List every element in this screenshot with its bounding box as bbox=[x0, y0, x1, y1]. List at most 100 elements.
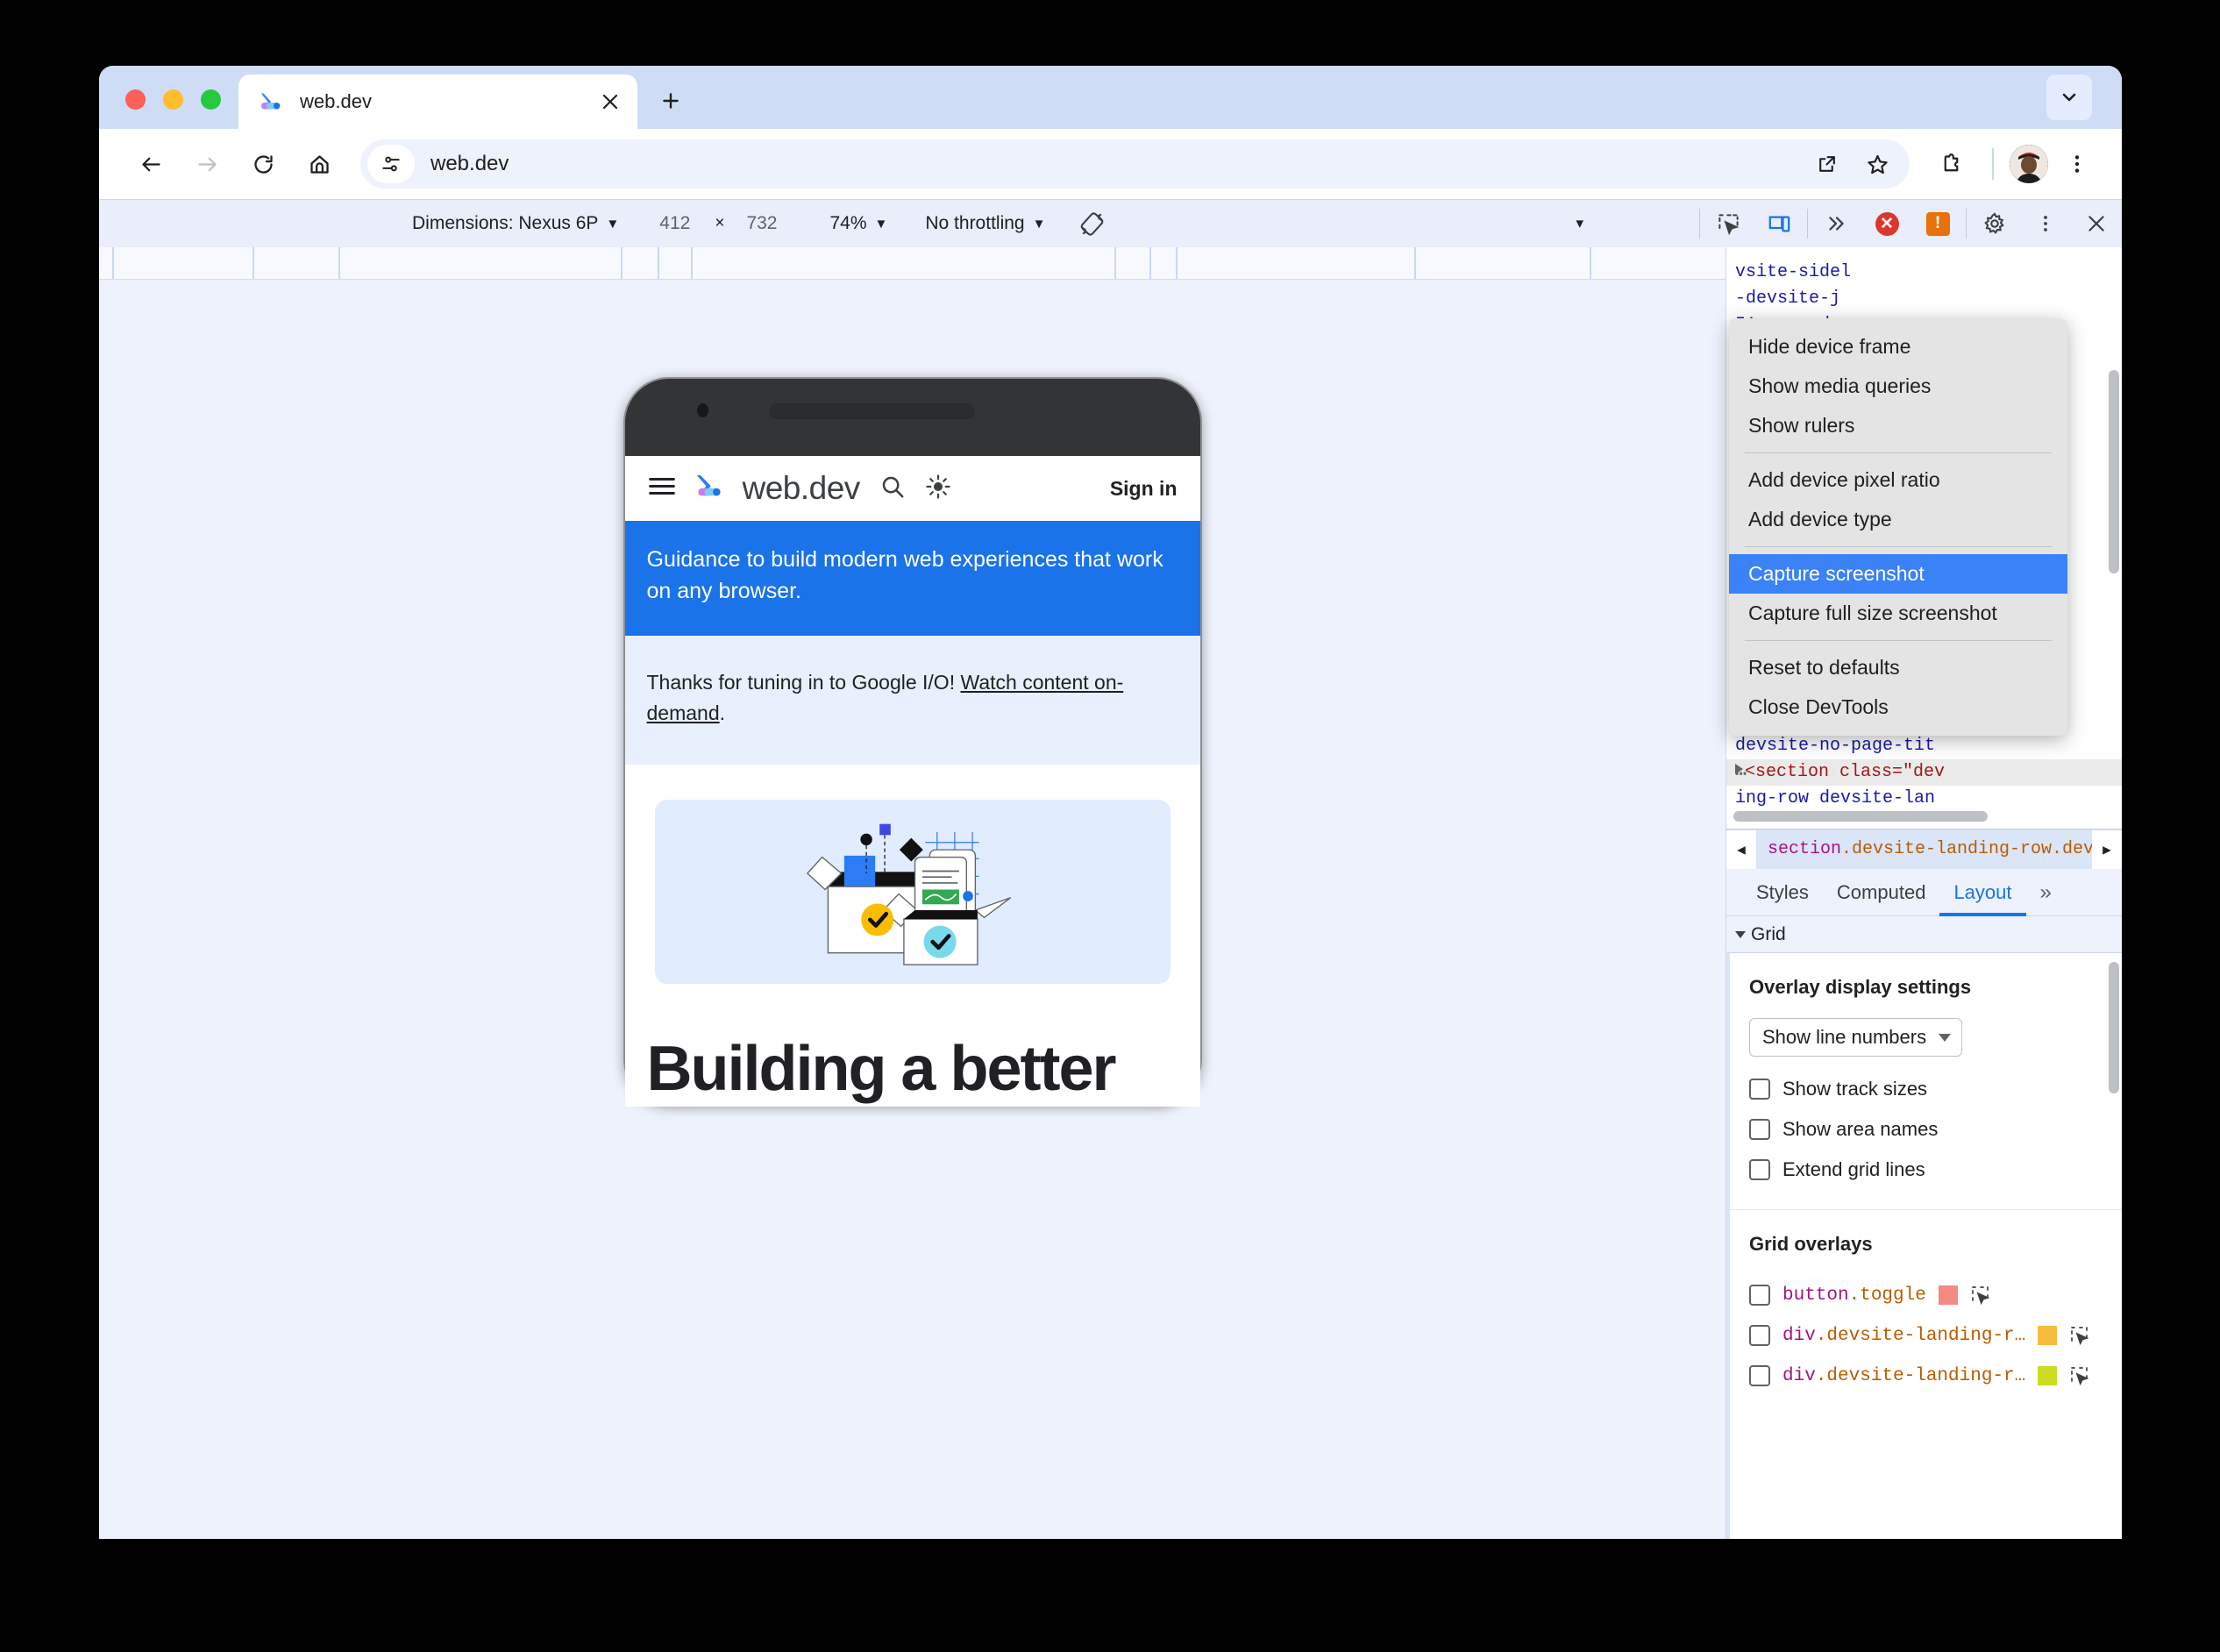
close-window-button[interactable] bbox=[125, 89, 146, 110]
browser-tab[interactable]: web.dev bbox=[238, 75, 637, 129]
inspect-element-icon[interactable] bbox=[1703, 200, 1754, 248]
new-tab-button[interactable] bbox=[650, 80, 692, 122]
menu-item-hide-device-frame[interactable]: Hide device frame bbox=[1729, 327, 2067, 367]
forward-button[interactable] bbox=[181, 139, 232, 189]
toolbar-right bbox=[1925, 139, 2103, 189]
more-tabs-icon[interactable]: » bbox=[2026, 880, 2066, 905]
device-toolbar-context-menu: Hide device frame Show media queries Sho… bbox=[1729, 318, 2067, 736]
tab-computed[interactable]: Computed bbox=[1823, 869, 1940, 916]
menu-item-capture-full-size-screenshot[interactable]: Capture full size screenshot bbox=[1729, 594, 2067, 633]
site-settings-icon[interactable] bbox=[367, 145, 415, 183]
menu-item-show-rulers[interactable]: Show rulers bbox=[1729, 406, 2067, 445]
home-button[interactable] bbox=[294, 139, 345, 189]
overlay-color-swatch[interactable] bbox=[1938, 1285, 1958, 1305]
avatar[interactable] bbox=[2010, 145, 2048, 183]
checkbox-icon[interactable] bbox=[1749, 1119, 1770, 1140]
tab-search-button[interactable] bbox=[2046, 75, 2092, 120]
puzzle-icon[interactable] bbox=[1925, 139, 1976, 189]
menu-item-close-devtools[interactable]: Close DevTools bbox=[1729, 687, 2067, 727]
rotate-icon[interactable] bbox=[1078, 210, 1106, 238]
search-icon[interactable] bbox=[879, 474, 906, 504]
tab-layout[interactable]: Layout bbox=[1939, 869, 2025, 916]
devtools-menu-icon[interactable] bbox=[2020, 200, 2071, 248]
checkbox-show-track-sizes[interactable]: Show track sizes bbox=[1749, 1069, 2122, 1109]
overlay-class: .devsite-landing-r… bbox=[1815, 1325, 2026, 1346]
layout-vertical-scrollbar[interactable] bbox=[2109, 962, 2119, 1093]
viewport-height-input[interactable]: 732 bbox=[746, 213, 777, 234]
checkbox-show-area-names[interactable]: Show area names bbox=[1749, 1109, 2122, 1150]
line-numbers-select-value: Show line numbers bbox=[1762, 1026, 1927, 1048]
media-query-ruler[interactable] bbox=[99, 247, 1725, 280]
star-icon[interactable] bbox=[1852, 139, 1903, 189]
device-toggle-icon[interactable] bbox=[1754, 200, 1804, 248]
line-numbers-select[interactable]: Show line numbers bbox=[1749, 1018, 1963, 1057]
tab-styles[interactable]: Styles bbox=[1742, 869, 1823, 916]
close-devtools-icon[interactable] bbox=[2071, 200, 2122, 248]
hamburger-icon[interactable] bbox=[648, 474, 676, 502]
minimize-window-button[interactable] bbox=[163, 89, 183, 110]
error-count-badge[interactable]: ✕ bbox=[1861, 200, 1912, 248]
select-element-icon[interactable] bbox=[2069, 1365, 2090, 1386]
checkbox-icon[interactable] bbox=[1749, 1079, 1770, 1100]
overlay-tag: button bbox=[1782, 1285, 1849, 1306]
grid-overlay-item[interactable]: div.devsite-landing-r… bbox=[1749, 1315, 2122, 1356]
maximize-window-button[interactable] bbox=[201, 89, 221, 110]
grid-section-header[interactable]: Grid bbox=[1726, 916, 2122, 953]
overlay-color-swatch[interactable] bbox=[2038, 1326, 2058, 1345]
breadcrumb-scroll-left-icon[interactable]: ◀ bbox=[1726, 830, 1756, 869]
gear-icon[interactable] bbox=[1969, 200, 2020, 248]
times-symbol: × bbox=[715, 214, 725, 232]
dom-vertical-scrollbar[interactable] bbox=[2109, 370, 2119, 573]
dom-ellipsis-button[interactable]: ⋯ bbox=[1735, 762, 1748, 788]
overlay-color-swatch[interactable] bbox=[2038, 1366, 2058, 1385]
breadcrumb-text[interactable]: section.devsite-landing-row.devsite- bbox=[1756, 839, 2092, 859]
checkbox-icon[interactable] bbox=[1749, 1365, 1770, 1386]
select-element-icon[interactable] bbox=[2069, 1325, 2090, 1346]
reload-button[interactable] bbox=[238, 139, 288, 189]
menu-item-add-device-pixel-ratio[interactable]: Add device pixel ratio bbox=[1729, 460, 2067, 500]
overlay-class: .devsite-landing-r… bbox=[1815, 1365, 2026, 1386]
menu-item-show-media-queries[interactable]: Show media queries bbox=[1729, 367, 2067, 406]
select-element-icon[interactable] bbox=[1970, 1285, 1991, 1306]
checkbox-extend-grid-lines[interactable]: Extend grid lines bbox=[1749, 1150, 2122, 1190]
more-panels-icon[interactable] bbox=[1811, 200, 1861, 248]
share-icon[interactable] bbox=[1801, 139, 1852, 189]
grid-overlay-item[interactable]: div.devsite-landing-r… bbox=[1749, 1356, 2122, 1396]
device-preset-dropdown[interactable]: Dimensions: Nexus 6P ▼ bbox=[412, 213, 619, 234]
sun-icon[interactable] bbox=[925, 474, 951, 504]
breadcrumb: ◀ section.devsite-landing-row.devsite- ▶ bbox=[1726, 829, 2122, 869]
warning-count-badge[interactable]: ! bbox=[1912, 200, 1963, 248]
announcement-prefix: Thanks for tuning in to Google I/O! bbox=[646, 670, 961, 694]
divider bbox=[1807, 209, 1808, 239]
sign-in-button[interactable]: Sign in bbox=[1110, 477, 1178, 501]
zoom-dropdown[interactable]: 74% ▼ bbox=[829, 213, 887, 234]
breadcrumb-scroll-right-icon[interactable]: ▶ bbox=[2092, 830, 2122, 869]
checkbox-icon[interactable] bbox=[1749, 1159, 1770, 1180]
throttling-dropdown[interactable]: No throttling ▼ bbox=[925, 213, 1045, 234]
announcement-banner: Thanks for tuning in to Google I/O! Watc… bbox=[624, 635, 1200, 765]
address-bar[interactable]: web.dev bbox=[360, 139, 1910, 189]
checkbox-icon[interactable] bbox=[1749, 1285, 1770, 1306]
earpiece bbox=[768, 403, 975, 419]
menu-item-add-device-type[interactable]: Add device type bbox=[1729, 500, 2067, 539]
device-toolbar: Dimensions: Nexus 6P ▼ 412 × 732 74% ▼ N… bbox=[99, 199, 2122, 247]
menu-separator bbox=[1745, 452, 2052, 453]
grid-overlay-item[interactable]: button.toggle bbox=[1749, 1275, 2122, 1315]
viewport-width-input[interactable]: 412 bbox=[659, 213, 690, 234]
menu-separator bbox=[1745, 640, 2052, 641]
error-icon: ✕ bbox=[1875, 211, 1899, 236]
chrome-menu-icon[interactable] bbox=[2052, 139, 2103, 189]
close-icon[interactable] bbox=[595, 87, 625, 117]
webdev-logo-icon[interactable] bbox=[695, 470, 729, 508]
back-button[interactable] bbox=[125, 139, 176, 189]
device-preset-label: Dimensions: Nexus 6P bbox=[412, 213, 599, 233]
device-screen[interactable]: web.dev Sign in Guidance to build modern… bbox=[624, 456, 1200, 1107]
menu-item-reset-to-defaults[interactable]: Reset to defaults bbox=[1729, 648, 2067, 687]
device-toolbar-overflow-icon[interactable]: ▾ bbox=[1576, 215, 1583, 232]
checkbox-icon[interactable] bbox=[1749, 1325, 1770, 1346]
dom-horizontal-scrollbar[interactable] bbox=[1733, 811, 1988, 822]
menu-item-capture-screenshot[interactable]: Capture screenshot bbox=[1729, 554, 2067, 594]
grid-overlay-selector: div.devsite-landing-r… bbox=[1782, 1366, 2025, 1386]
navigation-toolbar: web.dev bbox=[99, 129, 2122, 199]
breadcrumb-classes: .devsite-landing-row.devsite- bbox=[1841, 839, 2092, 859]
